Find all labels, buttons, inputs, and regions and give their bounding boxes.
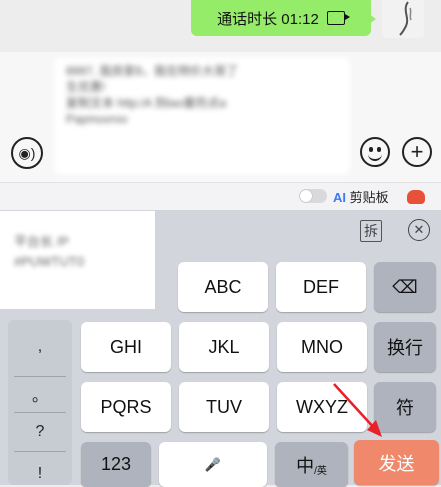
key-ghi[interactable]: GHI: [81, 322, 171, 372]
lang-sub: /英: [314, 466, 327, 477]
draft-line: Papmuvroo: [66, 112, 128, 126]
clipboard-label: 剪贴板: [349, 190, 389, 205]
candidate-line: #PUWTUT0: [14, 254, 85, 269]
close-icon[interactable]: ✕: [408, 219, 430, 241]
symbol-exclaim[interactable]: !: [8, 465, 72, 483]
draft-line: 复制文本 http:/A 到tao重符点a: [66, 96, 227, 110]
avatar[interactable]: [382, 0, 424, 38]
ai-clipboard-label[interactable]: AI 剪贴板: [333, 187, 389, 206]
emoji-button[interactable]: [360, 137, 390, 167]
divider: [14, 451, 66, 452]
numbers-key[interactable]: 123: [81, 442, 151, 487]
plus-icon: +: [410, 139, 424, 164]
clipboard-toggle[interactable]: [299, 189, 327, 203]
bubble-tail: [369, 14, 376, 24]
send-button[interactable]: 发送: [354, 440, 439, 485]
draft-line: 生优惠!: [66, 80, 106, 94]
call-duration-bubble[interactable]: 通话时长 01:12: [191, 0, 371, 36]
lang-main: 中: [296, 455, 315, 476]
candidate-line: 平台长 /P: [14, 234, 69, 249]
key-wxyz[interactable]: WXYZ: [277, 382, 367, 432]
newline-key[interactable]: 换行: [374, 322, 436, 372]
symbols-key[interactable]: 符: [374, 382, 436, 432]
more-plus-button[interactable]: +: [402, 137, 432, 167]
divider: [14, 412, 66, 413]
avatar-image: [399, 1, 412, 36]
symbol-question[interactable]: ?: [8, 423, 72, 441]
backspace-icon: ⌫: [392, 276, 418, 297]
space-key[interactable]: 🎤: [159, 442, 267, 487]
symbol-comma[interactable]: ,: [8, 338, 72, 356]
toggle-knob: [300, 190, 312, 202]
ai-prefix: AI: [333, 190, 346, 205]
bubble-text: 通话时长 01:12: [217, 10, 319, 28]
ime-logo-icon[interactable]: [407, 190, 425, 204]
key-abc[interactable]: ABC: [178, 262, 268, 312]
draft-line: 8997, 我房家8，我在特价大哥了: [66, 64, 239, 78]
backspace-key[interactable]: ⌫: [374, 262, 436, 312]
video-call-icon: [326, 11, 350, 25]
symbol-column: , 。 ? !: [8, 320, 72, 485]
message-input[interactable]: 8997, 我房家8，我在特价大哥了 生优惠! 复制文本 http:/A 到ta…: [54, 58, 350, 174]
divider: [14, 376, 66, 377]
candidate-text[interactable]: 平台长 /P #PUWTUT0: [14, 232, 144, 272]
symbol-period[interactable]: 。: [8, 382, 72, 406]
key-jkl[interactable]: JKL: [179, 322, 269, 372]
key-mno[interactable]: MNO: [277, 322, 367, 372]
key-tuv[interactable]: TUV: [179, 382, 269, 432]
voice-input-button[interactable]: ◉): [11, 137, 43, 169]
voice-icon: ◉): [18, 144, 36, 161]
language-switch-key[interactable]: 中 /英: [275, 442, 348, 487]
key-pqrs[interactable]: PQRS: [81, 382, 171, 432]
microphone-icon: 🎤: [204, 456, 222, 472]
emoji-icon-mouth: [368, 152, 382, 161]
key-def[interactable]: DEF: [276, 262, 366, 312]
split-candidate-icon[interactable]: 拆: [360, 220, 382, 242]
